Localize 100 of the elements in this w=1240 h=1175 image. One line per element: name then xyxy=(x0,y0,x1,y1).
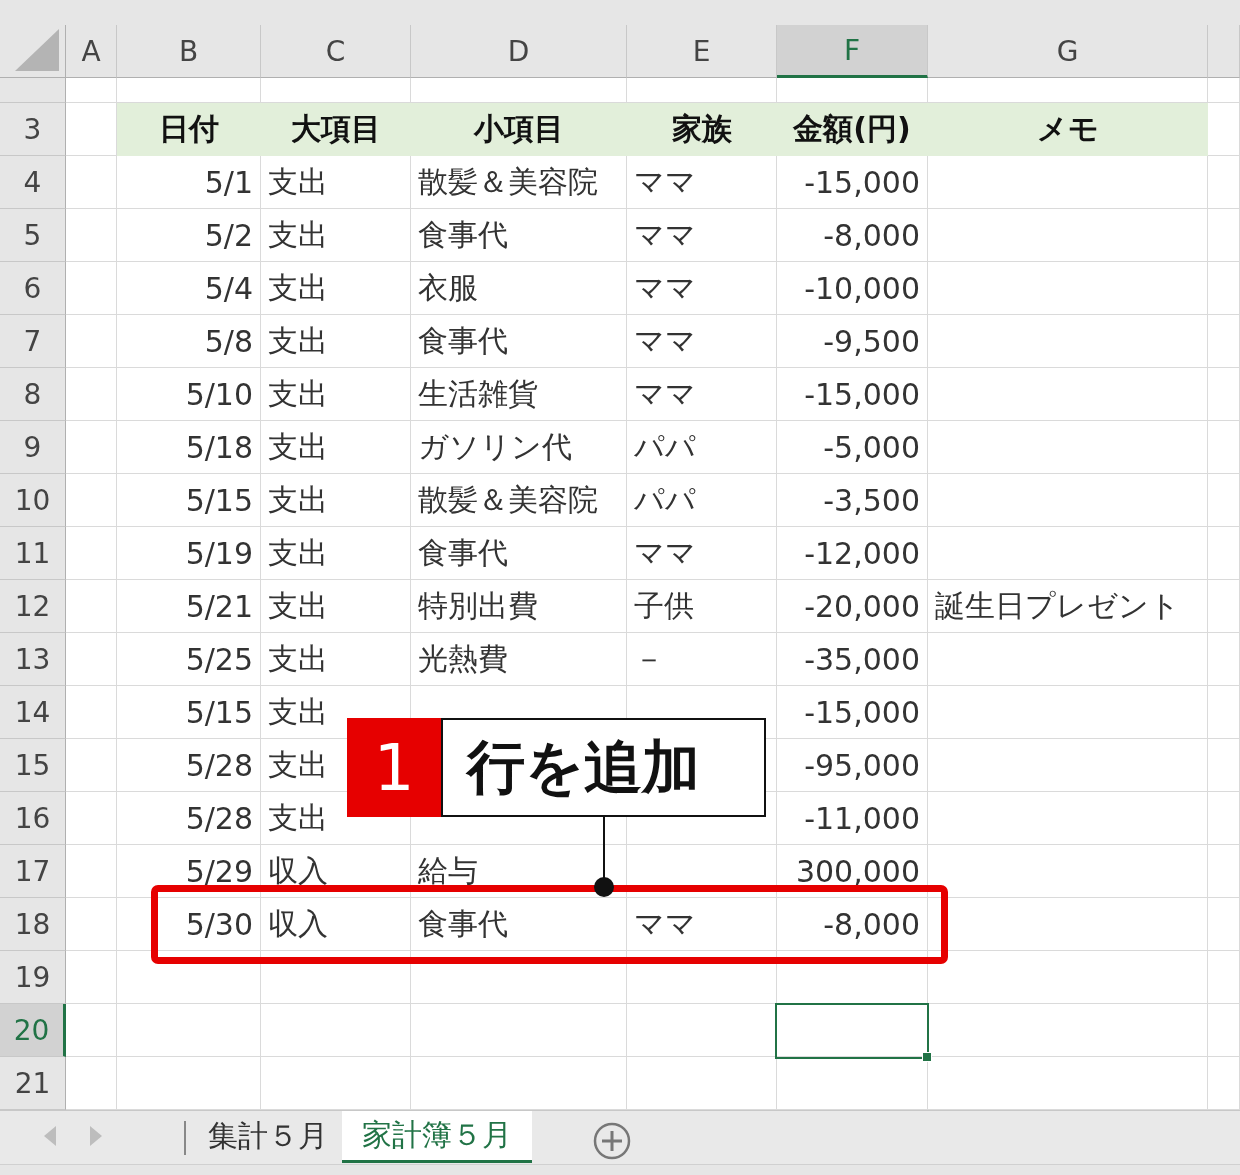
row-header[interactable] xyxy=(0,78,66,103)
table-cell: 5/4 xyxy=(117,262,261,315)
select-all-icon[interactable] xyxy=(15,29,59,71)
table-cell: 支出 xyxy=(261,633,411,686)
column-header[interactable]: B xyxy=(117,25,261,78)
table-cell: 5/21 xyxy=(117,580,261,633)
row-header[interactable]: 15 xyxy=(0,739,66,792)
row-header[interactable]: 19 xyxy=(0,951,66,1004)
table-cell: 食事代 xyxy=(411,898,627,951)
row-header[interactable]: 11 xyxy=(0,527,66,580)
table-cell: ママ xyxy=(627,368,777,421)
table-cell: -5,000 xyxy=(777,421,928,474)
table-cell: 散髪＆美容院 xyxy=(411,156,627,209)
table-cell xyxy=(66,792,117,845)
row-header[interactable]: 16 xyxy=(0,792,66,845)
table-cell: 300,000 xyxy=(777,845,928,898)
column-header[interactable]: F xyxy=(777,25,928,78)
row-header[interactable]: 10 xyxy=(0,474,66,527)
row-header[interactable]: 21 xyxy=(0,1057,66,1110)
column-header[interactable]: G xyxy=(928,25,1208,78)
row-header[interactable]: 5 xyxy=(0,209,66,262)
table-cell: -10,000 xyxy=(777,262,928,315)
table-cell: -12,000 xyxy=(777,527,928,580)
table-cell: -11,000 xyxy=(777,792,928,845)
table-cell xyxy=(66,209,117,262)
table-cell: 収入 xyxy=(261,898,411,951)
table-cell: 食事代 xyxy=(411,527,627,580)
table-cell: 5/18 xyxy=(117,421,261,474)
table-cell: 生活雑貨 xyxy=(411,368,627,421)
add-sheet-icon[interactable] xyxy=(592,1121,632,1161)
row-header[interactable]: 18 xyxy=(0,898,66,951)
row-header[interactable]: 6 xyxy=(0,262,66,315)
table-cell: -20,000 xyxy=(777,580,928,633)
column-header[interactable]: E xyxy=(627,25,777,78)
table-cell: -8,000 xyxy=(777,898,928,951)
table-cell xyxy=(66,845,117,898)
column-header[interactable]: C xyxy=(261,25,411,78)
row-header[interactable]: 8 xyxy=(0,368,66,421)
table-cell xyxy=(66,739,117,792)
table-cell: 5/8 xyxy=(117,315,261,368)
table-cell: -8,000 xyxy=(777,209,928,262)
table-cell: 食事代 xyxy=(411,209,627,262)
table-cell: ガソリン代 xyxy=(411,421,627,474)
table-cell: 5/28 xyxy=(117,792,261,845)
column-title: メモ xyxy=(928,103,1208,156)
sheet-tab[interactable]: 集計５月 xyxy=(194,1111,342,1161)
table-cell: 支出 xyxy=(261,368,411,421)
table-cell: 支出 xyxy=(261,527,411,580)
table-cell xyxy=(66,421,117,474)
column-header[interactable]: D xyxy=(411,25,627,78)
table-cell xyxy=(1208,103,1240,156)
table-cell: － xyxy=(627,633,777,686)
row-header[interactable]: 14 xyxy=(0,686,66,739)
row-header[interactable]: 20 xyxy=(0,1004,66,1057)
table-cell xyxy=(66,898,117,951)
table-cell: -15,000 xyxy=(777,368,928,421)
step-number: 1 xyxy=(347,718,441,817)
row-header[interactable]: 12 xyxy=(0,580,66,633)
column-header[interactable]: A xyxy=(66,25,117,78)
table-cell: パパ xyxy=(627,421,777,474)
table-cell: 5/15 xyxy=(117,474,261,527)
column-title: 小項目 xyxy=(411,103,627,156)
callout-text: 行を追加 xyxy=(441,718,766,817)
row-header[interactable]: 9 xyxy=(0,421,66,474)
column-title: 大項目 xyxy=(261,103,411,156)
table-cell: -35,000 xyxy=(777,633,928,686)
table-cell: -95,000 xyxy=(777,739,928,792)
row-header[interactable]: 3 xyxy=(0,103,66,156)
table-cell: -3,500 xyxy=(777,474,928,527)
column-header xyxy=(1208,25,1240,78)
table-cell xyxy=(66,156,117,209)
table-cell: 5/30 xyxy=(117,898,261,951)
table-cell xyxy=(66,951,117,1004)
table-cell: 散髪＆美容院 xyxy=(411,474,627,527)
table-cell xyxy=(66,527,117,580)
table-cell xyxy=(66,78,117,103)
table-cell xyxy=(66,315,117,368)
table-cell: ママ xyxy=(627,315,777,368)
row-header[interactable]: 13 xyxy=(0,633,66,686)
row-header[interactable]: 17 xyxy=(0,845,66,898)
table-cell: -15,000 xyxy=(777,156,928,209)
table-cell xyxy=(66,262,117,315)
table-cell: ママ xyxy=(627,209,777,262)
left-arrow-icon[interactable] xyxy=(44,1126,56,1146)
table-cell: 支出 xyxy=(261,580,411,633)
table-cell xyxy=(66,633,117,686)
row-header[interactable]: 4 xyxy=(0,156,66,209)
table-cell xyxy=(66,368,117,421)
row-header[interactable]: 7 xyxy=(0,315,66,368)
table-cell: 支出 xyxy=(261,421,411,474)
table-cell: -15,000 xyxy=(777,686,928,739)
sheet-tab[interactable]: 家計簿５月 xyxy=(342,1111,532,1163)
column-title: 日付 xyxy=(117,103,261,156)
right-arrow-icon[interactable] xyxy=(90,1126,102,1146)
table-cell: 5/2 xyxy=(117,209,261,262)
table-cell: ママ xyxy=(627,262,777,315)
table-cell: 光熱費 xyxy=(411,633,627,686)
table-cell: 子供 xyxy=(627,580,777,633)
table-cell: 支出 xyxy=(261,262,411,315)
table-cell: 5/28 xyxy=(117,739,261,792)
